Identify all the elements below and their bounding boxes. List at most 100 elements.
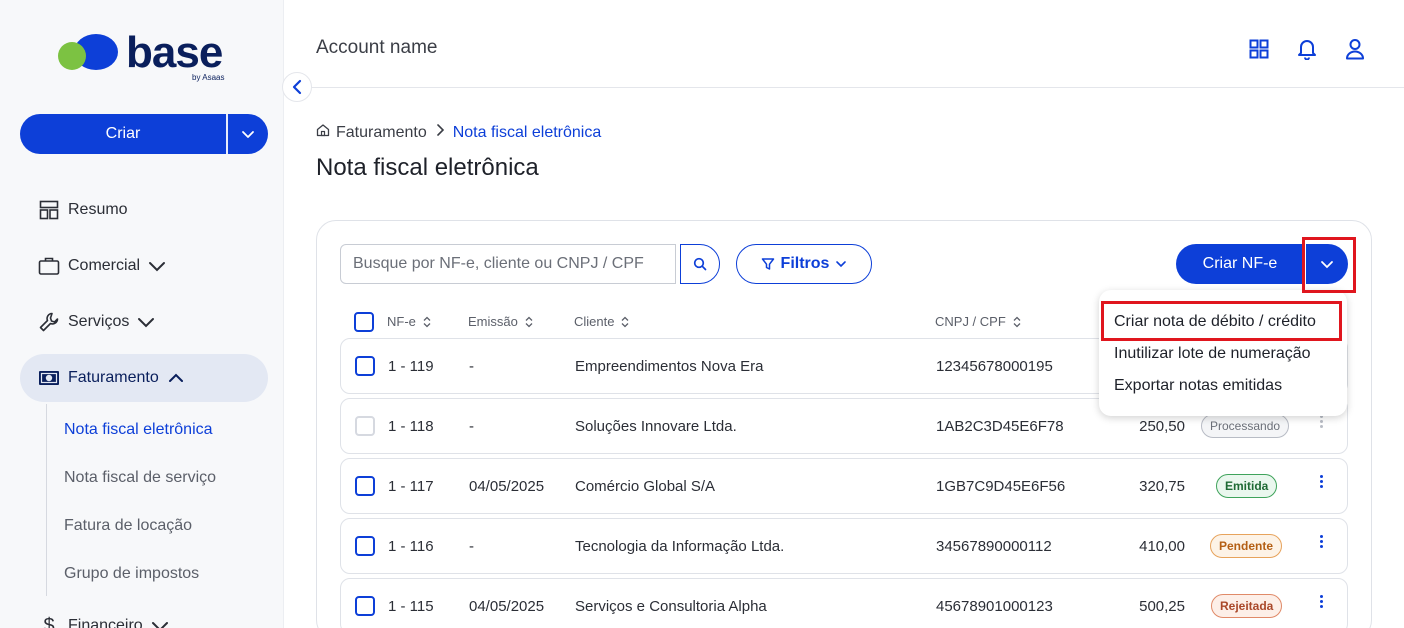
table-row[interactable]: 1 - 117 04/05/2025 Comércio Global S/A 1… [340, 458, 1348, 514]
cell-cnpj: 1AB2C3D45E6F78 [936, 418, 1064, 435]
home-icon[interactable] [316, 123, 330, 142]
search-input[interactable] [340, 244, 676, 284]
cell-emissao: - [469, 538, 474, 555]
cell-cliente: Soluções Innovare Ltda. [575, 418, 737, 435]
sidebar-item-label: Faturamento [68, 369, 159, 386]
row-checkbox[interactable] [355, 596, 375, 616]
search-icon [693, 257, 707, 271]
page-title: Nota fiscal eletrônica [316, 154, 539, 181]
money-icon [38, 367, 60, 389]
status-badge: Emitida [1216, 474, 1278, 498]
filters-button[interactable]: Filtros [736, 244, 872, 284]
sidebar-item-faturamento[interactable]: Faturamento [20, 354, 268, 402]
more-icon[interactable] [1317, 475, 1325, 488]
menu-item-void-batch[interactable]: Inutilizar lote de numeração [1114, 345, 1311, 363]
checkbox[interactable] [355, 536, 375, 556]
create-button-divider [226, 114, 228, 154]
sidebar-item-comercial[interactable]: Comercial [20, 242, 268, 290]
cell-valor: 250,50 [1139, 418, 1185, 435]
collapse-sidebar-button[interactable] [282, 72, 312, 102]
breadcrumb-current: Nota fiscal eletrônica [452, 123, 602, 141]
highlight-box-dropdown [1302, 237, 1356, 293]
filter-icon [761, 258, 774, 270]
more-icon[interactable] [1317, 595, 1325, 608]
highlight-box-menu-item [1101, 301, 1342, 341]
create-dropdown-button[interactable] [228, 114, 268, 154]
cell-cnpj: 45678901000123 [936, 598, 1053, 615]
layout-icon [38, 199, 60, 221]
cell-nfe: 1 - 118 [388, 418, 434, 435]
cell-cnpj: 12345678000195 [936, 358, 1053, 375]
sidebar-subitem-fatura-locacao[interactable]: Fatura de locação [64, 517, 192, 535]
column-label: Emissão [468, 314, 518, 329]
cell-cnpj: 1GB7C9D45E6F56 [936, 478, 1066, 495]
status-badge: Rejeitada [1211, 594, 1283, 618]
base-logo[interactable]: base by Asaas [58, 28, 238, 86]
sidebar-item-label: Serviços [68, 313, 130, 330]
sidebar-item-label: Resumo [68, 201, 128, 218]
cell-emissao: 04/05/2025 [469, 478, 545, 495]
account-name[interactable]: Account name [316, 37, 437, 59]
table-row[interactable]: 1 - 115 04/05/2025 Serviços e Consultori… [340, 578, 1348, 628]
filters-label: Filtros [780, 255, 830, 272]
sort-icon [525, 316, 533, 327]
cell-emissao: - [469, 358, 474, 375]
create-button[interactable]: Criar [20, 114, 226, 154]
grid-icon[interactable] [1246, 36, 1272, 62]
cell-emissao: 04/05/2025 [469, 598, 545, 615]
checkbox[interactable] [355, 476, 375, 496]
row-checkbox[interactable] [355, 536, 375, 556]
cell-cliente: Empreendimentos Nova Era [575, 358, 764, 375]
cell-nfe: 1 - 116 [388, 538, 434, 555]
checkbox [355, 416, 375, 436]
submenu-divider [46, 404, 47, 596]
sort-icon [1013, 316, 1021, 327]
select-all-checkbox[interactable] [354, 312, 374, 332]
row-checkbox[interactable] [355, 476, 375, 496]
row-checkbox[interactable] [355, 356, 375, 376]
cell-nfe: 1 - 119 [388, 358, 434, 375]
create-nfe-button[interactable]: Criar NF-e [1176, 255, 1304, 273]
top-bar: Account name [285, 0, 1404, 88]
cell-cnpj: 34567890000112 [936, 538, 1052, 555]
sidebar-subitem-nfse[interactable]: Nota fiscal de serviço [64, 469, 216, 487]
row-checkbox [355, 416, 375, 436]
chevron-up-icon [167, 372, 185, 384]
bell-icon[interactable] [1294, 36, 1320, 62]
checkbox[interactable] [355, 356, 375, 376]
sidebar-subitem-nfe[interactable]: Nota fiscal eletrônica [64, 421, 213, 439]
cell-valor: 320,75 [1139, 478, 1185, 495]
sidebar-item-resumo[interactable]: Resumo [20, 186, 268, 234]
chevron-left-icon [292, 79, 302, 95]
chevron-down-icon [836, 261, 847, 268]
checkbox[interactable] [354, 312, 374, 332]
user-icon[interactable] [1342, 36, 1368, 62]
column-nfe[interactable]: NF-e [387, 314, 432, 329]
column-label: NF-e [387, 314, 416, 329]
chevron-right-icon [433, 123, 447, 142]
breadcrumb-root[interactable]: Faturamento [336, 124, 427, 142]
sidebar-item-servicos[interactable]: Serviços [20, 298, 268, 346]
checkbox[interactable] [355, 596, 375, 616]
cell-cliente: Tecnologia da Informação Ltda. [575, 538, 785, 555]
sidebar-item-financeiro[interactable]: $ Financeiro [20, 602, 268, 628]
status-badge: Processando [1201, 414, 1290, 438]
chevron-down-icon [137, 316, 155, 328]
more-icon[interactable] [1317, 415, 1325, 428]
create-split-button: Criar [20, 114, 268, 154]
cell-nfe: 1 - 115 [388, 598, 434, 615]
logo-mark-green [58, 42, 86, 70]
menu-item-export[interactable]: Exportar notas emitidas [1114, 377, 1282, 395]
sidebar-subitem-grupo-impostos[interactable]: Grupo de impostos [64, 565, 199, 583]
column-cnpj[interactable]: CNPJ / CPF [935, 314, 1022, 329]
more-icon[interactable] [1317, 535, 1325, 548]
table-row[interactable]: 1 - 116 - Tecnologia da Informação Ltda.… [340, 518, 1348, 574]
column-label: Cliente [574, 314, 615, 329]
search-button[interactable] [680, 244, 720, 284]
column-cliente[interactable]: Cliente [574, 314, 630, 329]
briefcase-icon [38, 255, 60, 277]
column-emissao[interactable]: Emissão [468, 314, 534, 329]
cell-nfe: 1 - 117 [388, 478, 434, 495]
dollar-icon: $ [43, 614, 55, 628]
logo-tag: by Asaas [192, 73, 225, 82]
